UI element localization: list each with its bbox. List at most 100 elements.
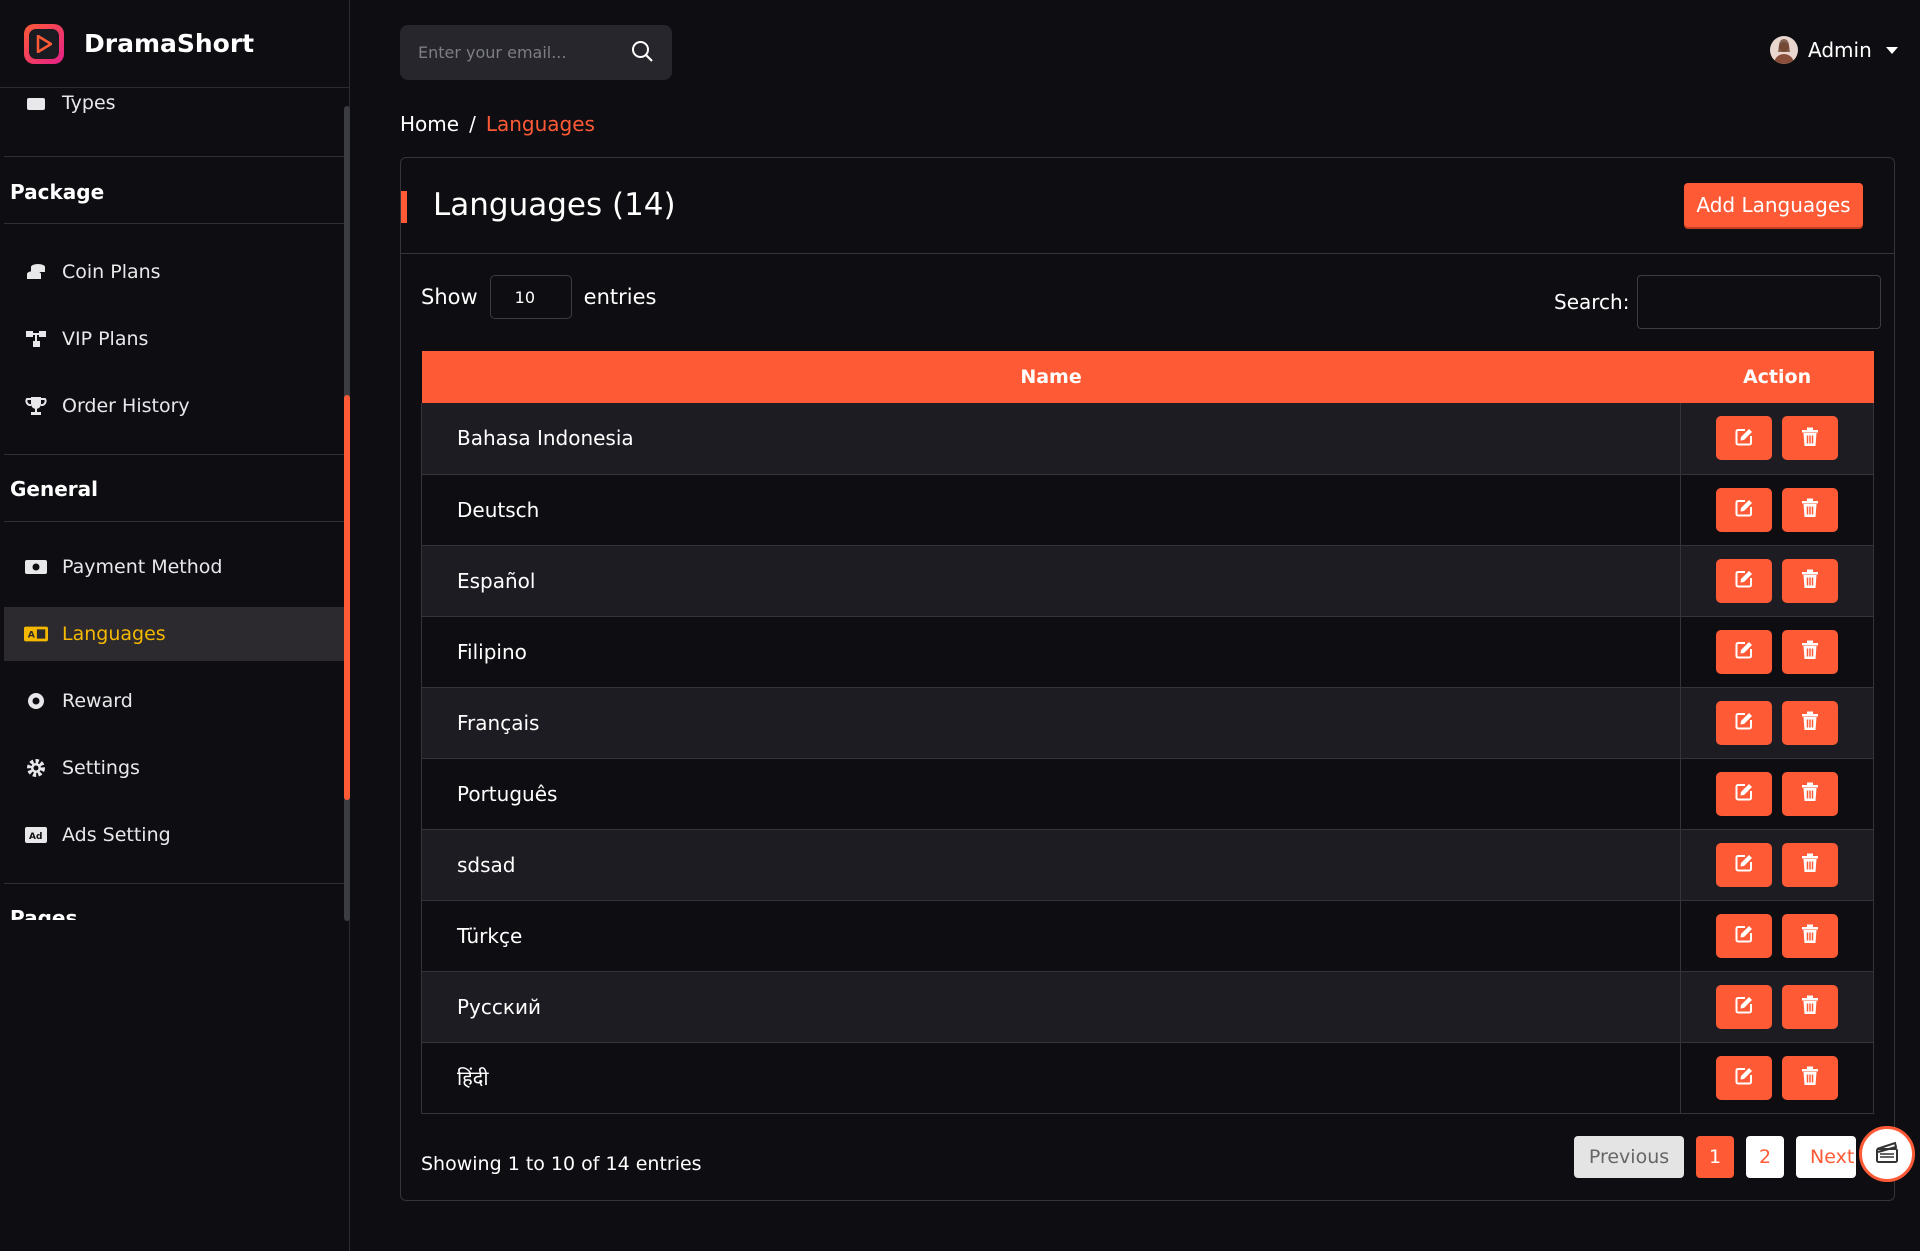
delete-button[interactable] — [1782, 629, 1839, 674]
delete-button[interactable] — [1782, 913, 1839, 958]
user-name: Admin — [1808, 38, 1872, 62]
user-menu[interactable]: Admin — [1770, 36, 1898, 64]
ad-icon: Ad — [24, 825, 48, 845]
delete-button[interactable] — [1782, 771, 1839, 816]
add-languages-button[interactable]: Add Languages — [1684, 183, 1863, 227]
search-input[interactable] — [418, 43, 630, 62]
sidebar-item-label: Payment Method — [62, 556, 223, 578]
floating-action-button[interactable] — [1859, 1126, 1915, 1182]
table-row: sdsad — [420, 829, 1874, 900]
table-row: Türkçe — [420, 900, 1874, 971]
divider — [4, 521, 344, 522]
sidebar-item-label: Order History — [62, 395, 190, 417]
trash-icon — [1801, 853, 1819, 876]
trophy-icon — [24, 396, 48, 416]
table-info: Showing 1 to 10 of 14 entries — [421, 1153, 702, 1175]
action-cell — [1680, 545, 1874, 616]
search-icon[interactable] — [630, 39, 654, 67]
delete-button[interactable] — [1782, 700, 1839, 745]
language-name-cell: Bahasa Indonesia — [420, 403, 1682, 474]
sidebar-item-label: Ads Setting — [62, 824, 171, 846]
page-button-2[interactable]: 2 — [1746, 1136, 1784, 1178]
table-row: Filipino — [420, 616, 1874, 687]
language-name-cell: Türkçe — [420, 900, 1682, 971]
action-cell — [1680, 900, 1874, 971]
delete-button[interactable] — [1782, 558, 1839, 603]
entries-select[interactable]: 10 — [489, 275, 572, 319]
search-label: Search: — [1554, 290, 1630, 314]
action-cell — [1680, 829, 1874, 900]
table-body: Bahasa Indonesia Deutsch Español Filipino Fr… — [420, 403, 1874, 1113]
previous-button[interactable]: Previous — [1574, 1136, 1684, 1178]
edit-button[interactable] — [1716, 558, 1773, 603]
delete-button[interactable] — [1782, 842, 1839, 887]
edit-icon — [1734, 853, 1754, 876]
edit-button[interactable] — [1716, 984, 1773, 1029]
brand[interactable]: DramaShort — [0, 0, 349, 88]
edit-button[interactable] — [1716, 842, 1773, 887]
section-title-general: General — [10, 477, 98, 501]
trash-icon — [1801, 995, 1819, 1018]
edit-button[interactable] — [1716, 771, 1773, 816]
trash-icon — [1801, 498, 1819, 521]
sitemap-icon — [24, 329, 48, 349]
edit-button[interactable] — [1716, 487, 1773, 532]
sidebar-scrollbar-thumb[interactable] — [344, 395, 350, 800]
delete-button[interactable] — [1782, 416, 1839, 461]
edit-icon — [1734, 498, 1754, 521]
clapperboard-icon — [1874, 1139, 1900, 1169]
edit-icon — [1734, 782, 1754, 805]
action-cell — [1680, 971, 1874, 1042]
page-button-1[interactable]: 1 — [1696, 1136, 1734, 1178]
table-row: Português — [420, 758, 1874, 829]
sidebar-item-ads-setting[interactable]: Ad Ads Setting — [4, 808, 344, 862]
column-header-name[interactable]: Name — [422, 351, 1681, 403]
breadcrumb-home[interactable]: Home — [400, 112, 459, 136]
svg-text:A: A — [28, 630, 36, 641]
delete-button[interactable] — [1782, 1055, 1839, 1100]
language-name-cell: Filipino — [420, 616, 1682, 687]
breadcrumb-current: Languages — [485, 112, 595, 136]
sidebar-item-reward[interactable]: Reward — [4, 674, 344, 728]
edit-icon — [1734, 640, 1754, 663]
action-cell — [1680, 1042, 1874, 1113]
delete-button[interactable] — [1782, 984, 1839, 1029]
sidebar-item-vip-plans[interactable]: VIP Plans — [4, 312, 344, 366]
delete-button[interactable] — [1782, 487, 1839, 532]
sidebar-item-payment-method[interactable]: Payment Method — [4, 540, 344, 594]
language-name-cell: हिंदी — [420, 1042, 1682, 1113]
section-title-pages: Pages — [10, 906, 78, 920]
trash-icon — [1801, 924, 1819, 947]
edit-button[interactable] — [1716, 416, 1773, 461]
edit-button[interactable] — [1716, 913, 1773, 958]
next-button[interactable]: Next — [1796, 1136, 1856, 1178]
language-name-cell: Français — [420, 687, 1682, 758]
money-icon — [24, 557, 48, 577]
gear-badge-icon — [24, 691, 48, 711]
table-row: हिंदी — [420, 1042, 1874, 1113]
divider — [4, 223, 344, 224]
pagination: Previous 1 2 Next — [1574, 1136, 1856, 1178]
table-search-input[interactable] — [1637, 275, 1882, 329]
sidebar-item-settings[interactable]: Settings — [4, 741, 344, 795]
trash-icon — [1801, 640, 1819, 663]
avatar — [1770, 36, 1798, 64]
edit-icon — [1734, 427, 1754, 450]
divider — [4, 454, 344, 455]
sidebar-item-languages[interactable]: A Languages — [4, 607, 344, 661]
header-search — [400, 25, 672, 80]
edit-button[interactable] — [1716, 700, 1773, 745]
edit-button[interactable] — [1716, 1055, 1773, 1100]
trash-icon — [1801, 711, 1819, 734]
sidebar-item-coin-plans[interactable]: Coin Plans — [4, 245, 344, 299]
sidebar-item-types[interactable]: Types — [4, 88, 344, 130]
edit-icon — [1734, 1066, 1754, 1089]
sidebar-item-label: Reward — [62, 690, 133, 712]
sidebar-item-order-history[interactable]: Order History — [4, 379, 344, 433]
edit-icon — [1734, 924, 1754, 947]
edit-button[interactable] — [1716, 629, 1773, 674]
sidebar-item-label: Settings — [62, 757, 140, 779]
sidebar: DramaShort Types Package Coin Plans VIP … — [0, 0, 350, 1251]
edit-icon — [1734, 995, 1754, 1018]
app-logo-icon — [24, 23, 64, 64]
